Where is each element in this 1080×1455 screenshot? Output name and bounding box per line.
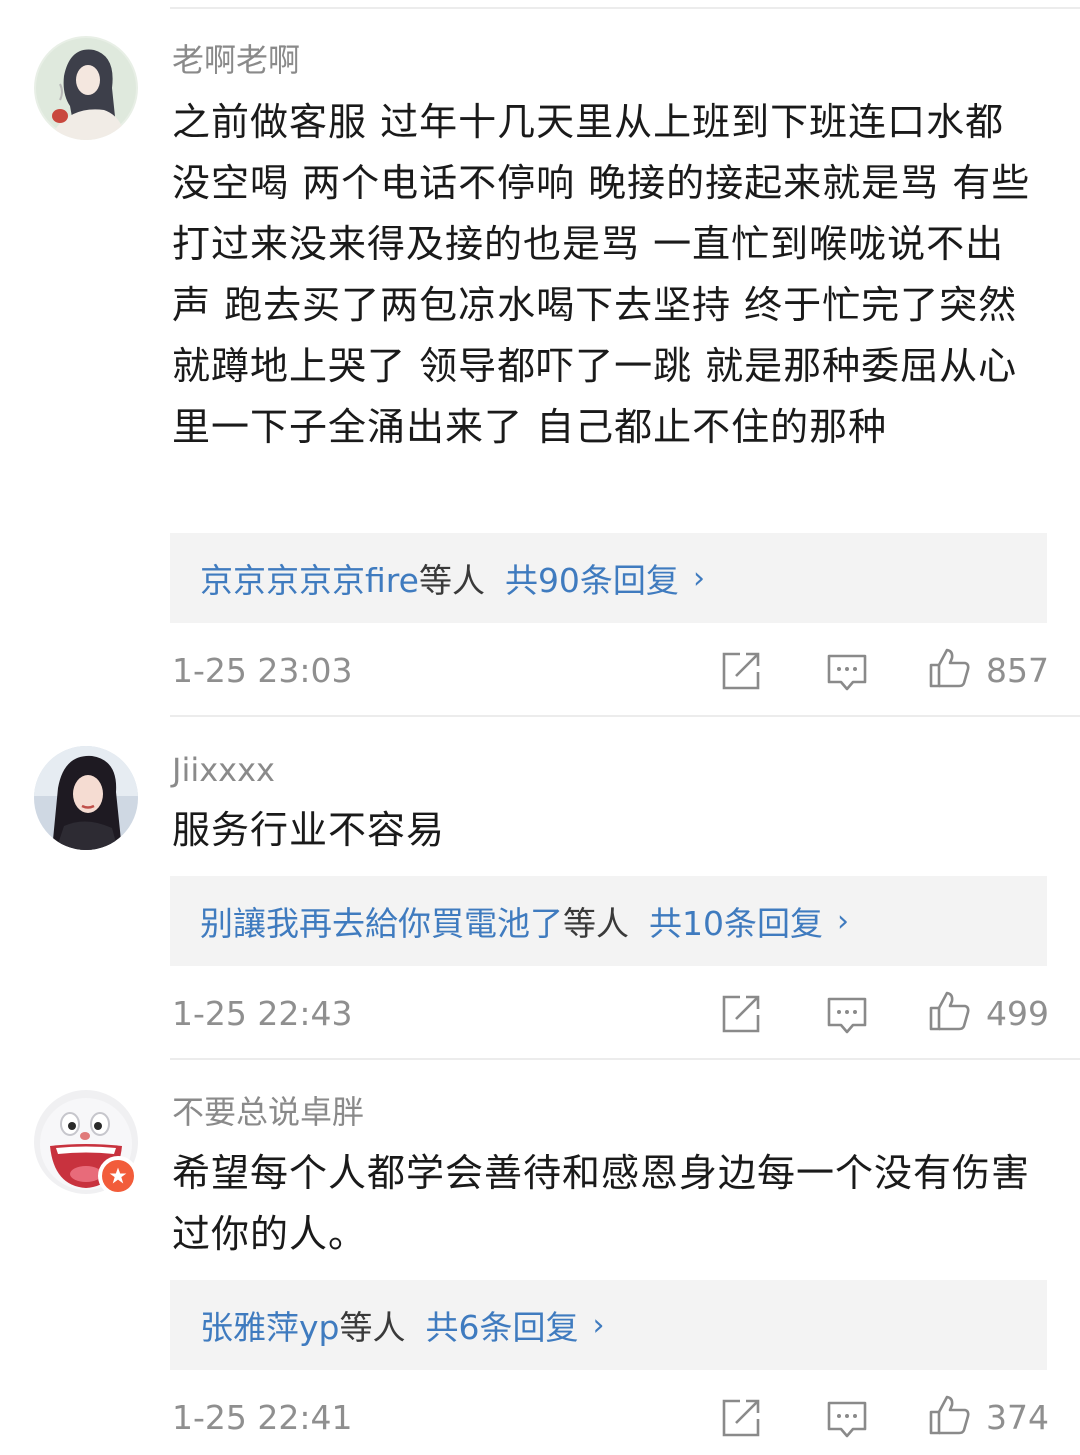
comment-text: 之前做客服 过年十几天里从上班到下班连口水都没空喝 两个电话不停响 晚接的接起来… (172, 100, 1031, 449)
top-divider (170, 7, 1080, 9)
reply-count[interactable]: 共6条回复 (425, 1301, 578, 1349)
comment-time: 1-25 22:41 (172, 1398, 353, 1437)
reply-etc-label: 等人 (418, 561, 485, 600)
comment-text: 希望每个人都学会善待和感恩身边每一个没有伤害过你的人。 (172, 1151, 1031, 1256)
comment-time: 1-25 22:43 (172, 994, 353, 1033)
girl-photo-avatar-icon (34, 746, 138, 850)
repost-icon[interactable] (720, 993, 762, 1035)
reply-users[interactable]: 张雅萍yp (200, 1301, 339, 1349)
reply-users[interactable]: 京京京京京fire (200, 554, 419, 602)
comment-text: 服务行业不容易 (172, 808, 446, 852)
reply-users[interactable]: 别讓我再去給你買電池了 (200, 897, 563, 945)
comment-icon[interactable] (826, 995, 868, 1037)
user-avatar[interactable] (34, 746, 138, 850)
reply-summary[interactable]: 别讓我再去給你買電池了 等人 共10条回复 › (170, 876, 1047, 966)
reply-summary[interactable]: 京京京京京fire 等人 共90条回复 › (170, 533, 1047, 623)
reply-summary[interactable]: 张雅萍yp 等人 共6条回复 › (170, 1280, 1047, 1370)
username[interactable]: Jiixxxx (172, 750, 275, 790)
like-count: 374 (986, 1398, 1049, 1437)
comment-time: 1-25 23:03 (172, 651, 353, 690)
reply-count[interactable]: 共90条回复 (505, 554, 679, 602)
thumbs-up-icon[interactable] (928, 1394, 970, 1436)
username[interactable]: 老啊老啊 (172, 40, 300, 80)
username[interactable]: 不要总说卓胖 (172, 1092, 364, 1132)
like-count: 499 (986, 994, 1049, 1033)
girl-portrait-avatar-icon (34, 36, 138, 140)
chevron-right-icon: › (837, 903, 849, 939)
reply-count[interactable]: 共10条回复 (649, 897, 823, 945)
comment-divider (170, 1058, 1080, 1060)
comment-divider (170, 715, 1080, 717)
thumbs-up-icon[interactable] (928, 990, 970, 1032)
chevron-right-icon: › (592, 1307, 605, 1343)
like-count: 857 (986, 651, 1049, 690)
comment-icon[interactable] (826, 1399, 868, 1441)
repost-icon[interactable] (720, 650, 762, 692)
reply-etc-label: 等人 (563, 904, 629, 943)
thumbs-up-icon[interactable] (928, 647, 970, 689)
repost-icon[interactable] (720, 1397, 762, 1439)
comment-icon[interactable] (826, 652, 868, 694)
verified-badge-icon (98, 1156, 138, 1196)
user-avatar[interactable] (34, 36, 138, 140)
chevron-right-icon: › (692, 560, 705, 596)
reply-etc-label: 等人 (339, 1308, 406, 1347)
